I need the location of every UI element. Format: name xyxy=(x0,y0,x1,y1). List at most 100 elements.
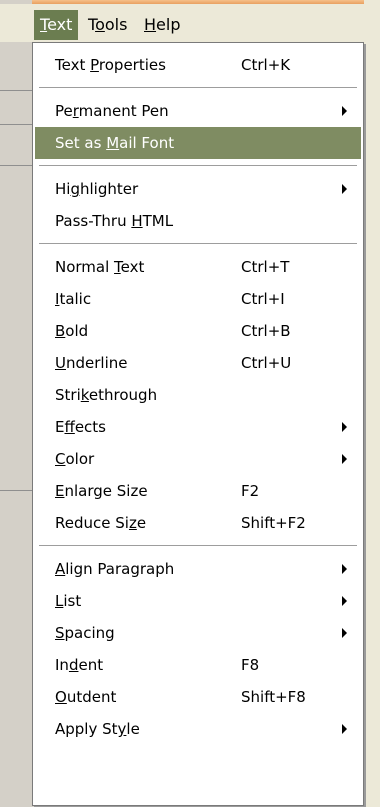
menu-item-label: Effects xyxy=(55,411,106,443)
submenu-arrow-icon xyxy=(342,106,347,116)
submenu-arrow-icon xyxy=(342,628,347,638)
submenu-arrow-icon xyxy=(342,454,347,464)
menu-item-label: Apply Style xyxy=(55,713,140,745)
menu-item-underline[interactable]: Underline Ctrl+U xyxy=(35,347,361,379)
menu-help-mnemonic: H xyxy=(144,15,157,34)
menu-tools[interactable]: Tools xyxy=(82,10,133,40)
label-text: pacing xyxy=(64,624,115,642)
menu-item-label: Highlighter xyxy=(55,173,138,205)
shortcut-text: Ctrl+T xyxy=(241,258,290,276)
menu-help[interactable]: Help xyxy=(138,10,186,40)
label-text: Reduce Si xyxy=(55,514,129,532)
label-mnemonic: g xyxy=(70,180,80,198)
label-text: talic xyxy=(59,290,92,308)
menu-item-label: Bold xyxy=(55,315,88,347)
background-window-left xyxy=(0,0,32,807)
menu-item-label: Align Paragraph xyxy=(55,553,174,585)
menu-item-label: Set as Mail Font xyxy=(55,127,174,159)
label-text: Apply St xyxy=(55,720,118,738)
shortcut-text: Shift+F2 xyxy=(241,514,306,532)
menu-separator xyxy=(39,87,357,91)
label-text: olor xyxy=(65,450,95,468)
label-text: ent xyxy=(78,656,104,674)
menu-bar: Text Tools Help xyxy=(0,4,380,42)
label-text: Pass-Thru xyxy=(55,212,132,230)
menu-tools-pre: T xyxy=(88,15,96,34)
menu-item-bold[interactable]: Bold Ctrl+B xyxy=(35,315,361,347)
label-mnemonic: B xyxy=(55,322,66,340)
menu-item-label: Indent xyxy=(55,649,103,681)
label-mnemonic: f xyxy=(64,418,75,436)
label-text: le xyxy=(126,720,140,738)
label-text: roperties xyxy=(98,56,166,74)
label-mnemonic: T xyxy=(114,258,121,276)
menu-item-set-as-mail-font[interactable]: Set as Mail Font xyxy=(35,127,361,159)
menu-item-indent[interactable]: Indent F8 xyxy=(35,649,361,681)
menu-item-permanent-pen[interactable]: Permanent Pen xyxy=(35,95,361,127)
label-text: ail Font xyxy=(119,134,175,152)
menu-item-text-properties[interactable]: Text Properties Ctrl+K xyxy=(35,49,361,81)
menu-item-effects[interactable]: Effects xyxy=(35,411,361,443)
label-text: Stri xyxy=(55,386,81,404)
menu-help-rest: elp xyxy=(156,15,181,34)
label-text: hlighter xyxy=(79,180,139,198)
menu-item-color[interactable]: Color xyxy=(35,443,361,475)
label-text: lign Paragraph xyxy=(65,560,175,578)
menu-item-label: Text Properties xyxy=(55,49,166,81)
menu-item-label: Pass-Thru HTML xyxy=(55,205,173,237)
text-dropdown-menu: Text Properties Ctrl+K Permanent Pen Set as… xyxy=(32,42,364,806)
label-mnemonic: A xyxy=(55,560,66,578)
menu-item-list[interactable]: List xyxy=(35,585,361,617)
label-text: fects xyxy=(74,418,106,436)
label-text: manent Pen xyxy=(78,102,169,120)
menu-item-enlarge-size[interactable]: Enlarge Size F2 xyxy=(35,475,361,507)
menu-item-label: Italic xyxy=(55,283,91,315)
menu-item-reduce-size[interactable]: Reduce Size Shift+F2 xyxy=(35,507,361,539)
label-text: Normal xyxy=(55,258,115,276)
label-text: In xyxy=(55,656,69,674)
label-mnemonic: M xyxy=(106,134,120,152)
shortcut-text: Ctrl+B xyxy=(241,322,291,340)
menu-item-align-paragraph[interactable]: Align Paragraph xyxy=(35,553,361,585)
menu-item-label: Reduce Size xyxy=(55,507,146,539)
menu-item-label: Underline xyxy=(55,347,127,379)
label-text: ist xyxy=(63,592,82,610)
menu-item-normal-text[interactable]: Normal Text Ctrl+T xyxy=(35,251,361,283)
menu-item-pass-thru-html[interactable]: Pass-Thru HTML xyxy=(35,205,361,237)
menu-separator xyxy=(39,545,357,549)
shortcut-text: Ctrl+U xyxy=(241,354,292,372)
submenu-arrow-icon xyxy=(342,564,347,574)
menu-text[interactable]: Text xyxy=(34,10,79,40)
menu-item-label: Outdent xyxy=(55,681,116,713)
label-text: Text xyxy=(55,56,91,74)
menu-item-label: Normal Text xyxy=(55,251,144,283)
menu-item-spacing[interactable]: Spacing xyxy=(35,617,361,649)
submenu-arrow-icon xyxy=(342,184,347,194)
label-mnemonic: k xyxy=(80,386,89,404)
menu-item-label: List xyxy=(55,585,81,617)
menu-item-label: Enlarge Size xyxy=(55,475,148,507)
label-text: ethrough xyxy=(88,386,158,404)
label-text: Pe xyxy=(55,102,73,120)
label-text: e xyxy=(136,514,147,532)
label-mnemonic: O xyxy=(55,688,67,706)
menu-tools-mnemonic: o xyxy=(95,15,105,34)
label-text: utdent xyxy=(66,688,117,706)
menu-item-label: Color xyxy=(55,443,94,475)
submenu-arrow-icon xyxy=(342,422,347,432)
label-text: nderline xyxy=(65,354,128,372)
submenu-arrow-icon xyxy=(342,724,347,734)
menu-item-label: Permanent Pen xyxy=(55,95,169,127)
menu-item-apply-style[interactable]: Apply Style xyxy=(35,713,361,745)
menu-item-outdent[interactable]: Outdent Shift+F8 xyxy=(35,681,361,713)
menu-item-italic[interactable]: Italic Ctrl+I xyxy=(35,283,361,315)
menu-item-strikethrough[interactable]: Strikethrough xyxy=(35,379,361,411)
menu-item-highlighter[interactable]: Highlighter xyxy=(35,173,361,205)
label-text: Set as xyxy=(55,134,107,152)
menu-item-label: Strikethrough xyxy=(55,379,157,411)
label-text: TML xyxy=(142,212,174,230)
label-mnemonic: z xyxy=(128,514,137,532)
submenu-arrow-icon xyxy=(342,596,347,606)
background-window-right xyxy=(364,0,380,807)
menu-item-label: Spacing xyxy=(55,617,115,649)
